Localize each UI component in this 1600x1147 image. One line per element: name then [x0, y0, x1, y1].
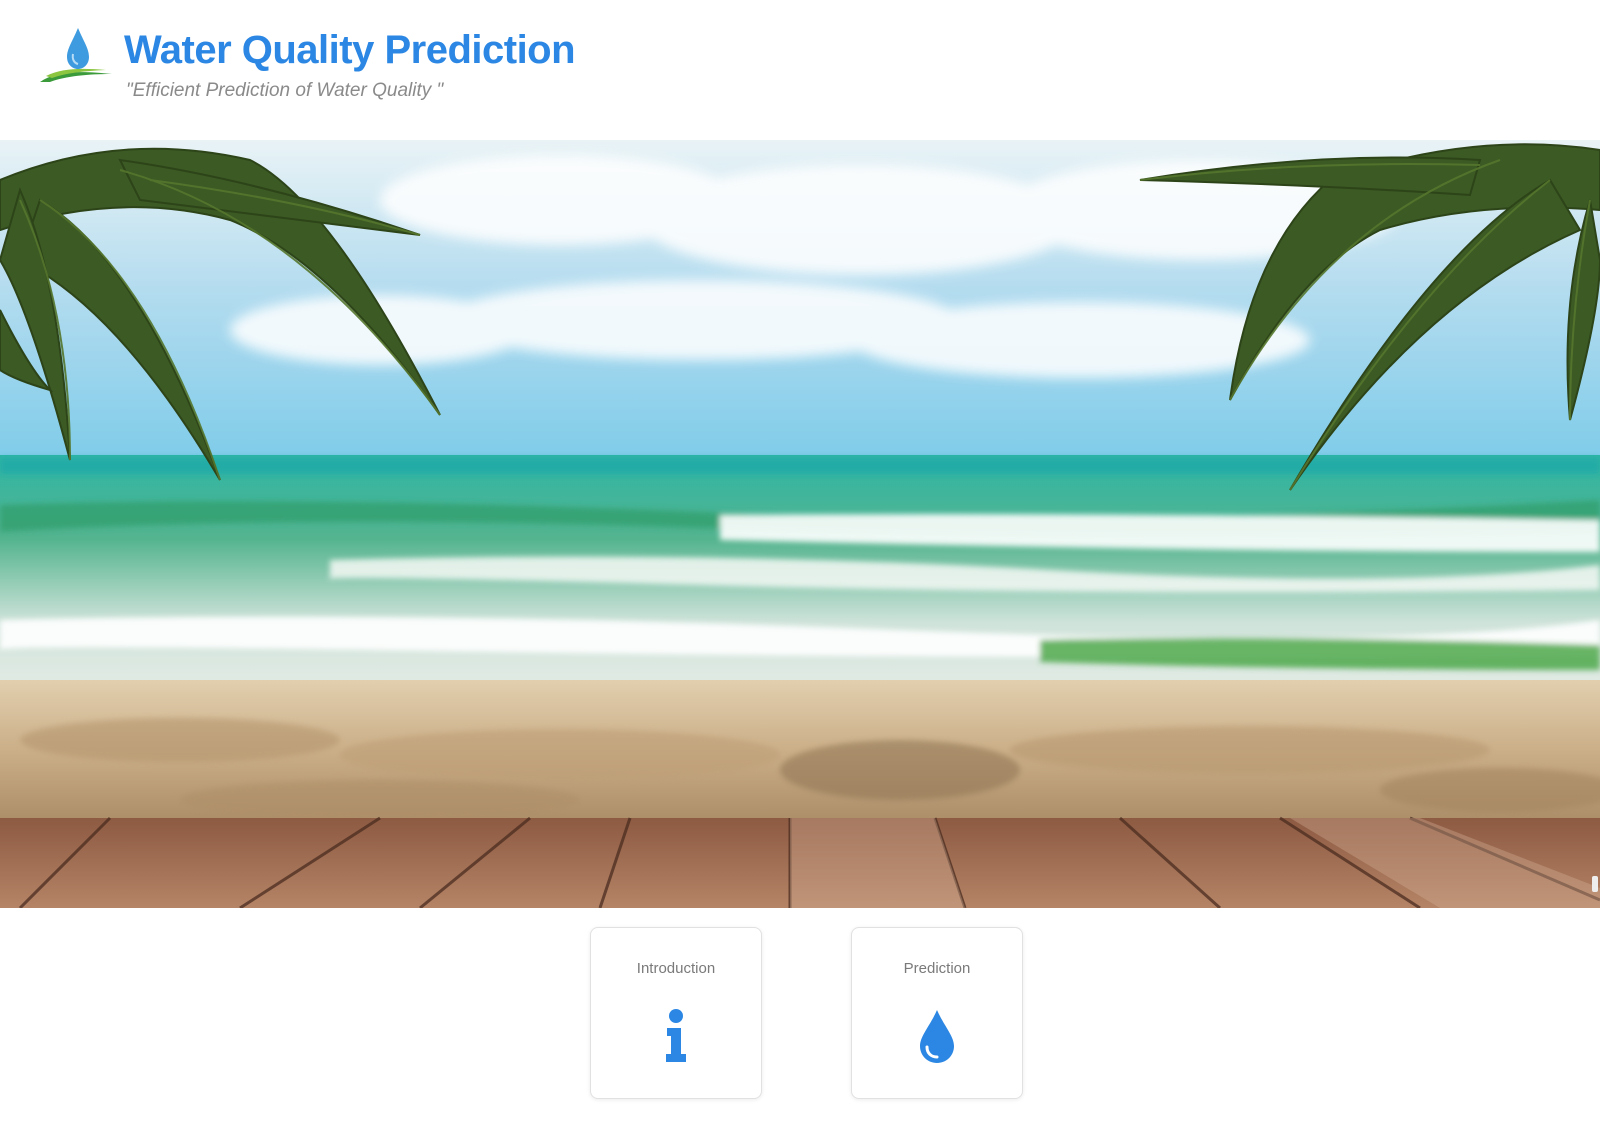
prediction-card-label: Prediction: [903, 960, 971, 977]
app-tagline: "Efficient Prediction of Water Quality ": [126, 80, 444, 101]
app-title: Water Quality Prediction: [124, 28, 576, 72]
introduction-card[interactable]: Introduction: [590, 927, 762, 1099]
prediction-card[interactable]: Prediction: [851, 927, 1023, 1099]
water-drop-icon: [912, 1008, 962, 1064]
hero-banner-image: [0, 140, 1600, 908]
nav-cards: Introduction Prediction: [0, 927, 1600, 1099]
introduction-card-label: Introduction: [636, 960, 716, 977]
water-drop-logo-icon[interactable]: [36, 24, 116, 90]
scrollbar-handle[interactable]: [1592, 876, 1598, 892]
info-icon: [651, 1008, 701, 1064]
site-header: Water Quality Prediction "Efficient Pred…: [0, 0, 1600, 140]
